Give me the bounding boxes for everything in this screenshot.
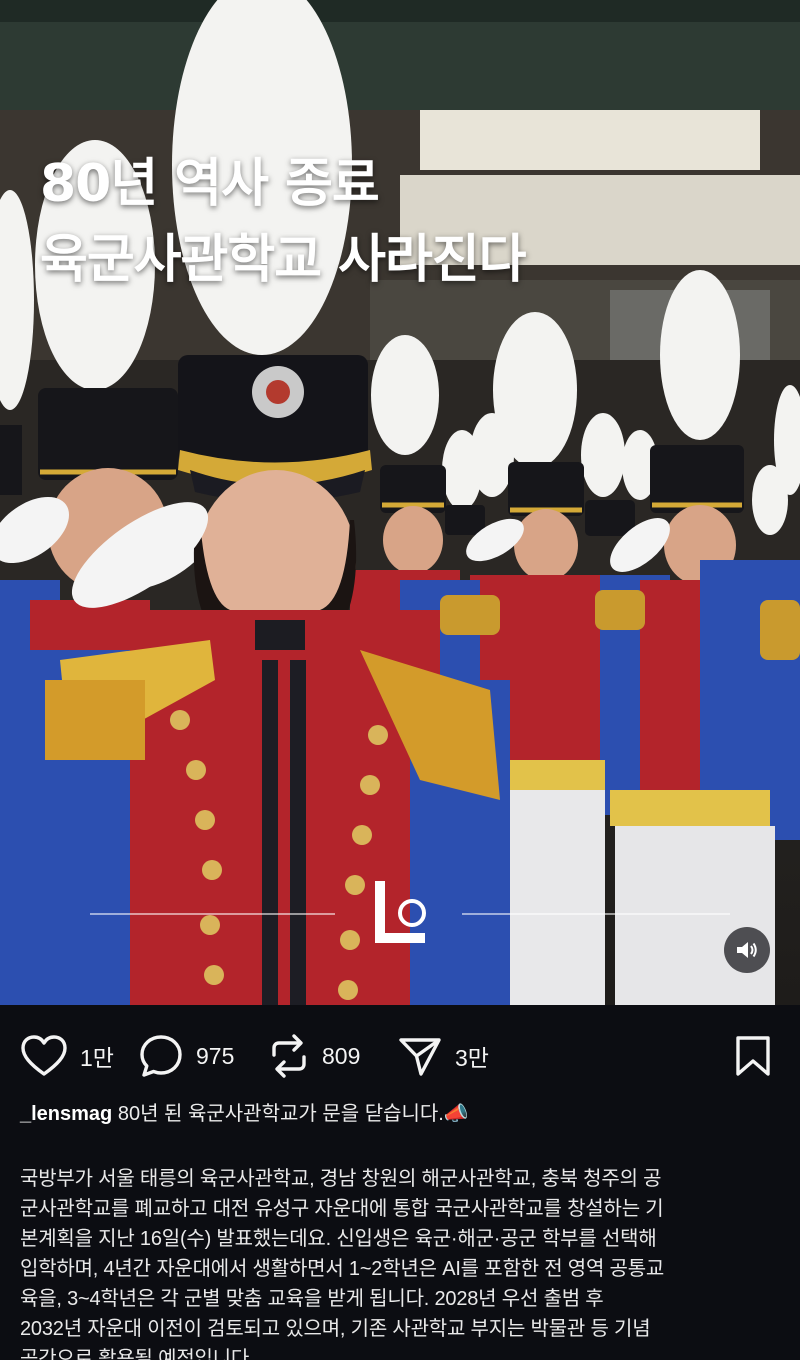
caption-text: 80년 된 육군사관학교가 문을 닫습니다.📣 — [112, 1103, 469, 1125]
body-line: 국방부가 서울 태릉의 육군사관학교, 경남 창원의 해군사관학교, 충북 청주… — [20, 1168, 662, 1190]
repost-icon — [272, 1034, 306, 1078]
headline-line-1: 80년 역사 종료 — [40, 154, 380, 214]
repost-count: 809 — [322, 1042, 361, 1069]
repost-button[interactable]: 809 — [268, 1033, 360, 1079]
like-button[interactable]: 1만 — [20, 1033, 114, 1079]
share-count: 3만 — [455, 1045, 489, 1071]
post-body: 국방부가 서울 태릉의 육군사관학교, 경남 창원의 해군사관학교, 충북 청주… — [20, 1164, 782, 1360]
comment-button[interactable]: 975 — [138, 1033, 234, 1079]
comment-icon — [140, 1035, 182, 1077]
heart-icon — [21, 1035, 67, 1076]
headline-line-2: 육군사관학교 사라진다 — [40, 230, 527, 290]
share-button[interactable]: 3만 — [397, 1033, 489, 1079]
like-count: 1만 — [80, 1045, 114, 1071]
body-line: 입학하며, 4년간 자운대에서 생활하면서 1~2학년은 AI를 포함한 전 영… — [20, 1258, 665, 1280]
comment-count: 975 — [196, 1042, 235, 1069]
action-bar: 1만 975 809 3만 — [0, 1005, 800, 1105]
body-line: 본계획을 지난 16일(수) 발표했는데요. 신입생은 육군·해군·공군 학부를… — [20, 1228, 657, 1250]
post-media[interactable]: 80년 역사 종료 육군사관학교 사라진다 — [0, 0, 800, 1005]
speaker-icon — [737, 942, 757, 958]
body-line: 육을, 3~4학년은 각 군별 맞춤 교육을 받게 됩니다. 2028년 우선 … — [20, 1288, 604, 1310]
lens-logo-icon — [375, 881, 426, 943]
bookmark-button[interactable] — [734, 1035, 772, 1081]
body-line: 2032년 자운대 이전이 검토되고 있으며, 기존 사관학교 부지는 박물관 … — [20, 1318, 651, 1340]
bookmark-icon — [736, 1036, 770, 1076]
post-headline: 80년 역사 종료 육군사관학교 사라진다 — [40, 146, 760, 298]
caption-header: _lensmag 80년 된 육군사관학교가 문을 닫습니다.📣 — [20, 1098, 780, 1130]
share-icon — [399, 1038, 441, 1076]
body-line: 군사관학교를 폐교하고 대전 유성구 자운대에 통합 국군사관학교를 창설하는 … — [20, 1198, 664, 1220]
username-link[interactable]: _lensmag — [20, 1103, 112, 1125]
mute-button[interactable] — [724, 927, 770, 973]
brand-watermark — [0, 875, 800, 955]
body-line: 공간으로 활용될 예정입니다. — [20, 1348, 255, 1360]
